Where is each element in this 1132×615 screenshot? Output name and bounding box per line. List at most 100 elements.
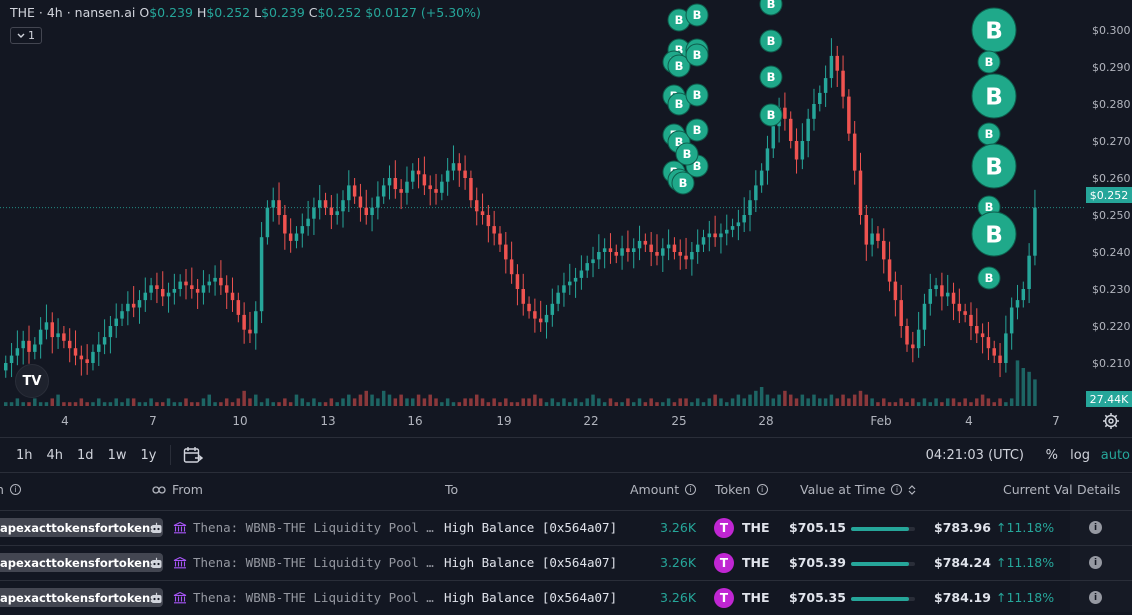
details-info-icon[interactable]: i: [1089, 591, 1102, 604]
table-row[interactable]: apexacttokensfortokens Thena: WBNB-THE L…: [0, 510, 1132, 545]
high-label: H: [196, 5, 207, 20]
table-row[interactable]: apexacttokensfortokens Thena: WBNB-THE L…: [0, 545, 1132, 580]
method-badge[interactable]: apexacttokensfortokens: [0, 588, 163, 607]
range-1d-button[interactable]: 1d: [77, 448, 94, 463]
candle-body: [457, 163, 462, 171]
candle-body: [358, 196, 363, 208]
amount-value: 3.26K: [660, 590, 697, 605]
volume-bar: [219, 402, 223, 406]
volume-bar: [160, 402, 165, 406]
volume-bar: [283, 398, 287, 406]
token-logo: T: [714, 553, 734, 573]
chart-canvas[interactable]: $0.300 $0.290 $0.280 $0.270 $0.260 $0.250 $0.2…: [0, 0, 1132, 436]
candle-body: [562, 285, 566, 293]
from-address[interactable]: Thena: WBNB-THE Liquidity Pool …: [193, 590, 434, 605]
col-value-at-time[interactable]: Value at Time i: [800, 482, 916, 497]
candle-body: [288, 233, 293, 241]
volume-bar: [864, 394, 869, 406]
buy-marker-label: B: [985, 271, 994, 285]
buy-marker-label: B: [675, 59, 684, 73]
candle-body: [300, 226, 305, 234]
candle-body: [451, 163, 456, 171]
info-icon[interactable]: i: [685, 484, 697, 495]
candle-body: [614, 252, 619, 256]
to-address[interactable]: High Balance [0x564a07]: [444, 555, 617, 570]
log-scale-toggle[interactable]: log: [1070, 448, 1090, 463]
candle-body: [684, 255, 688, 260]
info-icon[interactable]: i: [891, 484, 903, 495]
token-symbol[interactable]: THE: [742, 520, 770, 535]
volume-bar: [242, 390, 246, 406]
calendar-goto-icon[interactable]: [183, 446, 204, 464]
col-token[interactable]: Token i: [715, 482, 768, 497]
candle-body: [91, 351, 95, 363]
volume-bar: [4, 402, 8, 406]
to-address[interactable]: High Balance [0x564a07]: [444, 520, 617, 535]
col-current-value[interactable]: Current Val: [1003, 482, 1073, 497]
from-address[interactable]: Thena: WBNB-THE Liquidity Pool …: [193, 520, 434, 535]
token-symbol[interactable]: THE: [742, 590, 770, 605]
gear-icon[interactable]: [1102, 412, 1120, 430]
volume-bar: [166, 398, 171, 406]
price-chart[interactable]: $0.300 $0.290 $0.280 $0.270 $0.260 $0.250 $0.2…: [0, 0, 1132, 436]
volume-bar: [957, 402, 962, 406]
collapse-indicators-button[interactable]: 1: [10, 27, 42, 44]
range-4h-button[interactable]: 4h: [47, 448, 64, 463]
volume-bar: [190, 402, 194, 406]
table-row[interactable]: apexacttokensfortokens Thena: WBNB-THE L…: [0, 580, 1132, 615]
candle-body: [15, 348, 20, 356]
volume-bar: [195, 402, 200, 406]
volume-bar: [21, 402, 25, 406]
range-1y-button[interactable]: 1y: [140, 448, 156, 463]
details-info-icon[interactable]: i: [1089, 521, 1102, 534]
volume-bar: [748, 394, 752, 406]
candle-body: [195, 289, 200, 293]
volume-bar: [434, 398, 438, 406]
volume-bar: [911, 398, 915, 406]
percent-scale-toggle[interactable]: %: [1046, 448, 1058, 463]
volume-bar: [806, 398, 810, 406]
utc-clock[interactable]: 04:21:03 (UTC): [926, 448, 1024, 463]
from-address[interactable]: Thena: WBNB-THE Liquidity Pool …: [193, 555, 434, 570]
volume-bar: [963, 398, 967, 406]
col-to[interactable]: To: [445, 482, 458, 497]
method-badge[interactable]: apexacttokensfortokens: [0, 553, 163, 572]
col-details[interactable]: Details: [1077, 482, 1120, 497]
col-from[interactable]: From: [152, 482, 203, 497]
candle-body: [934, 285, 938, 289]
info-icon[interactable]: i: [9, 484, 21, 495]
volume-bar: [1009, 398, 1014, 406]
token-symbol[interactable]: THE: [742, 555, 770, 570]
method-badge[interactable]: apexacttokensfortokens: [0, 518, 163, 537]
tradingview-logo[interactable]: TV: [15, 364, 49, 398]
candle-body: [254, 311, 258, 334]
candle-body: [312, 207, 316, 219]
range-1w-button[interactable]: 1w: [108, 448, 127, 463]
buy-marker-label: B: [693, 123, 702, 137]
open-value: $0.239: [149, 5, 193, 20]
candle-body: [1015, 300, 1020, 308]
low-value: $0.239: [261, 5, 305, 20]
volume-bar: [882, 398, 886, 406]
candle-body: [986, 337, 991, 349]
col-token-label: Token: [715, 482, 751, 497]
time-tick-label: 25: [671, 414, 686, 428]
volume-bar: [480, 398, 485, 406]
details-info-icon[interactable]: i: [1089, 556, 1102, 569]
time-tick-label: 22: [583, 414, 598, 428]
col-method[interactable]: n i: [0, 482, 21, 497]
auto-scale-toggle[interactable]: auto: [1101, 448, 1130, 463]
candle-body: [184, 281, 188, 286]
candle-body: [608, 248, 613, 252]
candle-body: [411, 170, 415, 182]
to-address[interactable]: High Balance [0x564a07]: [444, 590, 617, 605]
volume-bar: [818, 398, 822, 406]
sort-icon[interactable]: [908, 484, 916, 496]
col-amount[interactable]: Amount i: [630, 482, 697, 497]
info-icon[interactable]: i: [756, 484, 768, 495]
volume-bar: [498, 402, 502, 406]
volume-bar: [445, 398, 450, 406]
volume-bar: [67, 402, 72, 406]
range-1h-button[interactable]: 1h: [16, 448, 33, 463]
volume-bar: [980, 394, 985, 406]
